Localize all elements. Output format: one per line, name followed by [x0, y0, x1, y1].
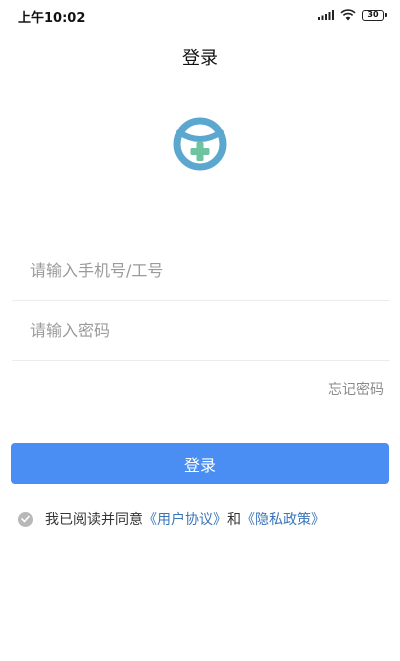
privacy-policy-link[interactable]: 《隐私政策》: [241, 509, 325, 529]
checkmark-icon: [21, 515, 30, 523]
status-bar: 上午10:02 30: [0, 0, 400, 30]
forgot-password-link[interactable]: 忘记密码: [328, 379, 384, 399]
agreement-prefix: 我已阅读并同意: [45, 512, 143, 528]
password-field: [12, 301, 390, 361]
password-input[interactable]: [30, 301, 370, 360]
login-button[interactable]: 登录: [11, 443, 389, 484]
status-time: 上午10:02: [18, 11, 86, 26]
wifi-icon: [340, 9, 356, 21]
battery-level: 30: [367, 10, 379, 19]
page-title: 登录: [182, 48, 218, 69]
check-circle-icon[interactable]: [18, 511, 33, 527]
agreement-conjunction: 和: [227, 512, 241, 528]
signal-icon: [318, 10, 334, 20]
user-agreement-link[interactable]: 《用户协议》: [143, 509, 227, 529]
agreement-row: 我已阅读并同意 《用户协议》 和 《隐私政策》: [18, 509, 325, 529]
app-logo-icon: [173, 117, 227, 171]
phone-field: [12, 241, 390, 301]
status-icons: 30: [318, 8, 387, 22]
battery-icon: 30: [362, 9, 387, 21]
phone-input[interactable]: [30, 241, 370, 300]
